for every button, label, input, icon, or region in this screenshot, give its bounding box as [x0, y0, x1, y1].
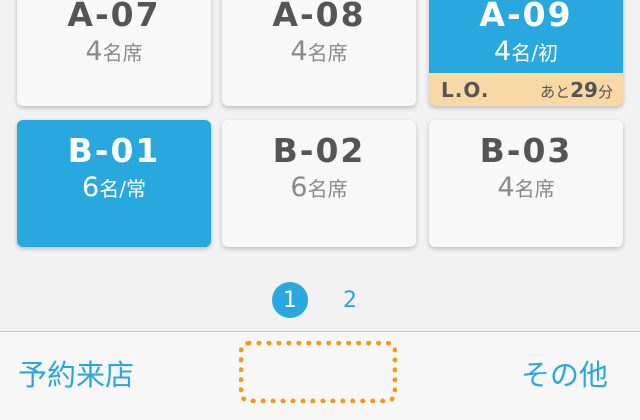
- table-card-b02[interactable]: B-02 6名席: [222, 120, 416, 247]
- table-code: A-08: [272, 0, 366, 34]
- table-code: B-01: [67, 131, 161, 170]
- table-card-b03[interactable]: B-03 4名席: [429, 120, 623, 247]
- table-seats: 4名席: [222, 36, 416, 69]
- table-code: B-03: [479, 131, 573, 170]
- table-code: A-07: [67, 0, 161, 34]
- seat-suffix: 名席: [102, 41, 143, 65]
- page-1-button[interactable]: 1: [272, 282, 308, 318]
- table-card-a09[interactable]: A-09 4名/初 L.O. あと29分: [429, 0, 623, 106]
- last-order-minutes: 29: [570, 77, 598, 102]
- table-code: A-09: [479, 0, 573, 34]
- last-order-unit: 分: [597, 82, 613, 101]
- table-seats: 6名席: [222, 172, 416, 205]
- seat-suffix: 名席: [514, 177, 555, 201]
- seat-count: 4: [290, 36, 308, 67]
- highlighted-empty-slot[interactable]: [239, 341, 397, 403]
- page-2-button[interactable]: 2: [332, 282, 368, 318]
- table-seats: 4名/初: [429, 36, 623, 69]
- last-order-bar: L.O. あと29分: [429, 73, 623, 106]
- last-order-label: L.O.: [441, 77, 490, 102]
- table-card-a07[interactable]: A-07 4名席: [17, 0, 211, 106]
- seat-count: 4: [494, 36, 512, 67]
- seat-count: 4: [497, 172, 515, 203]
- seat-suffix: 名席: [307, 41, 348, 65]
- table-map-screen: A-07 4名席 A-08 4名席 A-09 4名/初 L.O. あと29分 B…: [0, 0, 640, 420]
- last-order-prefix: あと: [540, 82, 571, 101]
- table-card-b01[interactable]: B-01 6名/常: [17, 120, 211, 247]
- seat-suffix: 名席: [307, 177, 348, 201]
- last-order-remaining: あと29分: [540, 78, 613, 102]
- table-grid: A-07 4名席 A-08 4名席 A-09 4名/初 L.O. あと29分 B…: [0, 0, 640, 270]
- seat-suffix: 名/常: [99, 177, 146, 201]
- seat-count: 4: [85, 36, 103, 67]
- seat-count: 6: [82, 172, 100, 203]
- table-seats: 4名席: [17, 36, 211, 69]
- seat-suffix: 名/初: [511, 41, 558, 65]
- table-card-a08[interactable]: A-08 4名席: [222, 0, 416, 106]
- seat-count: 6: [290, 172, 308, 203]
- other-button[interactable]: その他: [521, 355, 608, 395]
- table-seats: 4名席: [429, 172, 623, 205]
- reservation-visit-button[interactable]: 予約来店: [18, 355, 134, 395]
- table-code: B-02: [272, 131, 366, 170]
- table-seats: 6名/常: [17, 172, 211, 205]
- pagination: 1 2: [0, 282, 640, 318]
- bottom-toolbar: 予約来店 その他: [0, 331, 640, 420]
